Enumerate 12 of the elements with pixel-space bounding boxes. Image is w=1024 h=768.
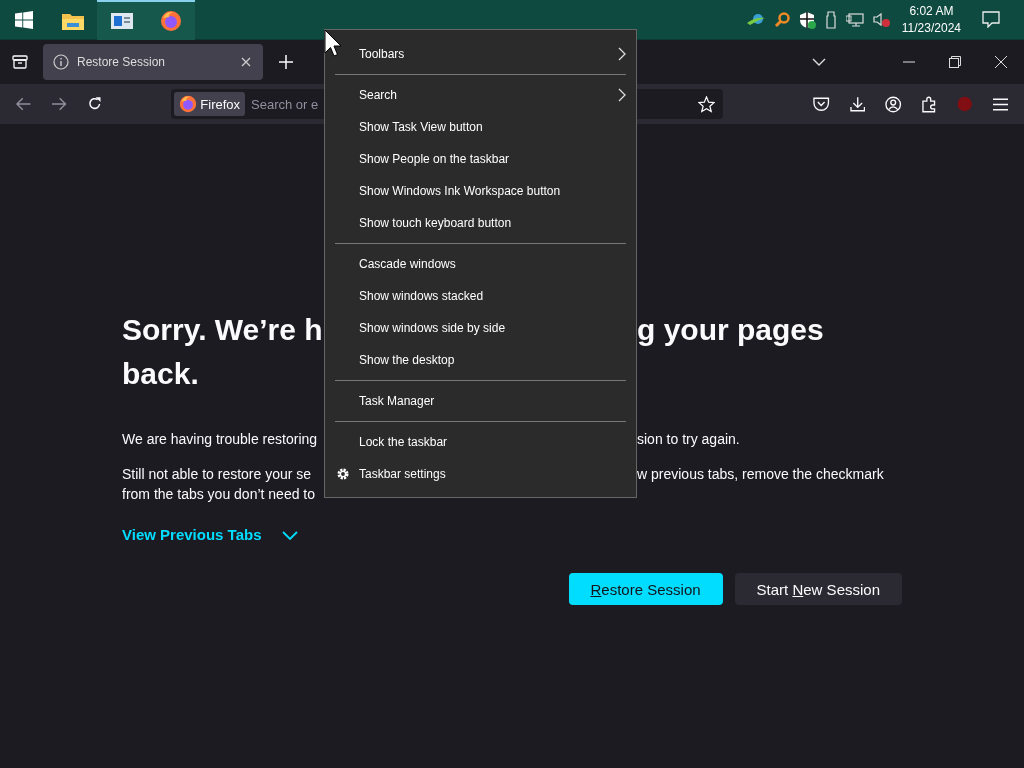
heading-text: Sorry. We’re h <box>122 312 323 348</box>
paragraph-text: sion to try again. <box>637 430 740 449</box>
clock-date: 11/23/2024 <box>901 19 961 37</box>
paragraph-text: w previous tabs, remove the checkmark <box>637 465 884 484</box>
heading-text: back. <box>122 356 199 392</box>
heading-text: g your pages <box>637 312 824 348</box>
paragraph-text: from the tabs you don’t need to <box>122 485 315 504</box>
paragraph-text: Still not able to restore your se <box>122 465 312 484</box>
identity-label: Firefox <box>200 96 241 112</box>
clock-time: 6:02 AM <box>909 2 954 20</box>
paragraph-text: We are having trouble restoring <box>122 430 318 449</box>
tab-title: Restore Session <box>77 55 167 69</box>
